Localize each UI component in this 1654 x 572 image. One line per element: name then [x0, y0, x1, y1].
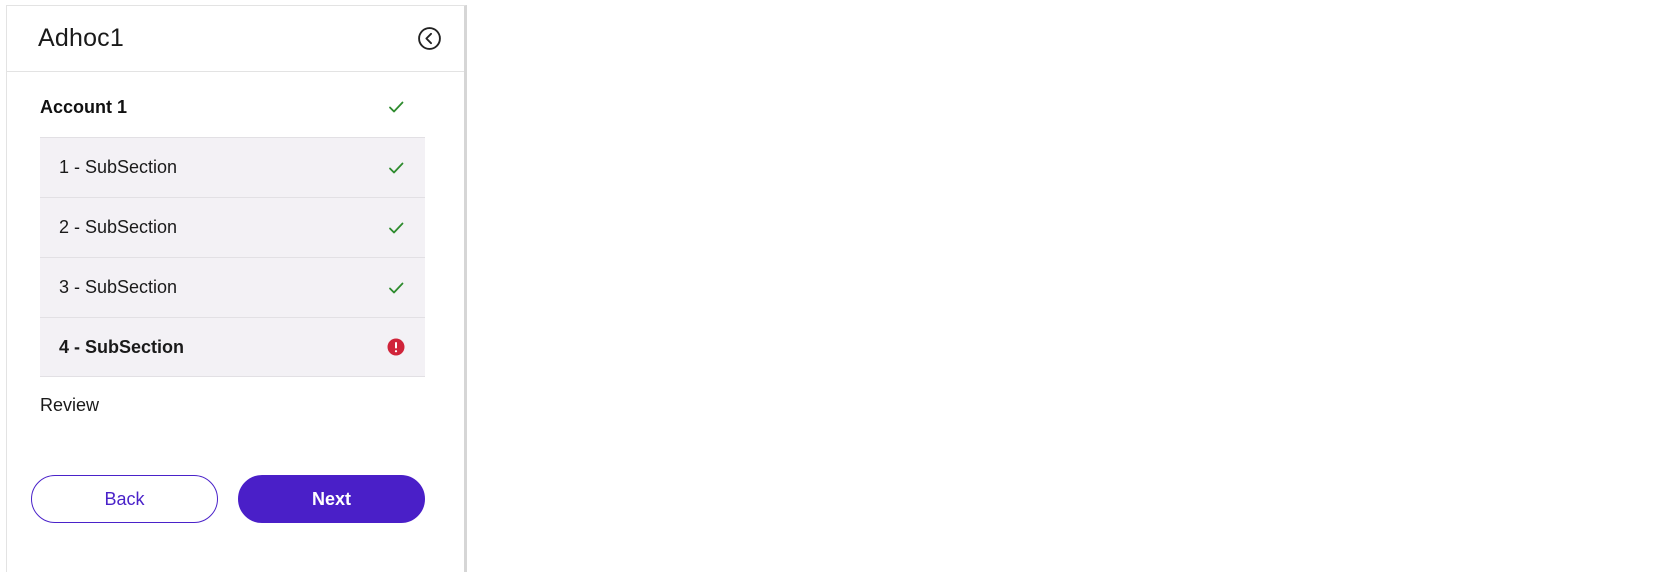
- nav-review-label: Review: [40, 394, 100, 415]
- nav-section-label: Account 1: [40, 96, 128, 117]
- check-icon: [387, 279, 405, 297]
- check-icon: [387, 219, 405, 237]
- nav-subsection-label: 4 - SubSection: [59, 336, 185, 357]
- chevron-left-circle-icon: [417, 27, 441, 50]
- nav-review[interactable]: Review: [40, 377, 425, 433]
- nav-subsection-label: 2 - SubSection: [59, 217, 178, 237]
- nav-subsection-4[interactable]: 4 - SubSection: [40, 317, 425, 377]
- panel-title: Adhoc1: [38, 24, 124, 52]
- nav-section-account-1[interactable]: Account 1: [40, 77, 425, 137]
- nav-subsection-3[interactable]: 3 - SubSection: [40, 257, 425, 317]
- nav-subsection-label: 1 - SubSection: [59, 157, 178, 177]
- step-navigation: Account 1 1 - SubSection 2 - SubSection …: [40, 77, 425, 433]
- nav-subsection-2[interactable]: 2 - SubSection: [40, 197, 425, 257]
- nav-subsection-1[interactable]: 1 - SubSection: [40, 137, 425, 197]
- collapse-panel-button[interactable]: [416, 26, 442, 52]
- panel-footer: Back Next: [31, 475, 425, 523]
- error-icon: [387, 338, 405, 356]
- back-button[interactable]: Back: [31, 475, 218, 523]
- next-button[interactable]: Next: [238, 475, 425, 523]
- check-icon: [387, 159, 405, 177]
- panel-header: Adhoc1: [7, 6, 464, 72]
- check-icon: [387, 98, 405, 116]
- nav-subsection-label: 3 - SubSection: [59, 277, 178, 297]
